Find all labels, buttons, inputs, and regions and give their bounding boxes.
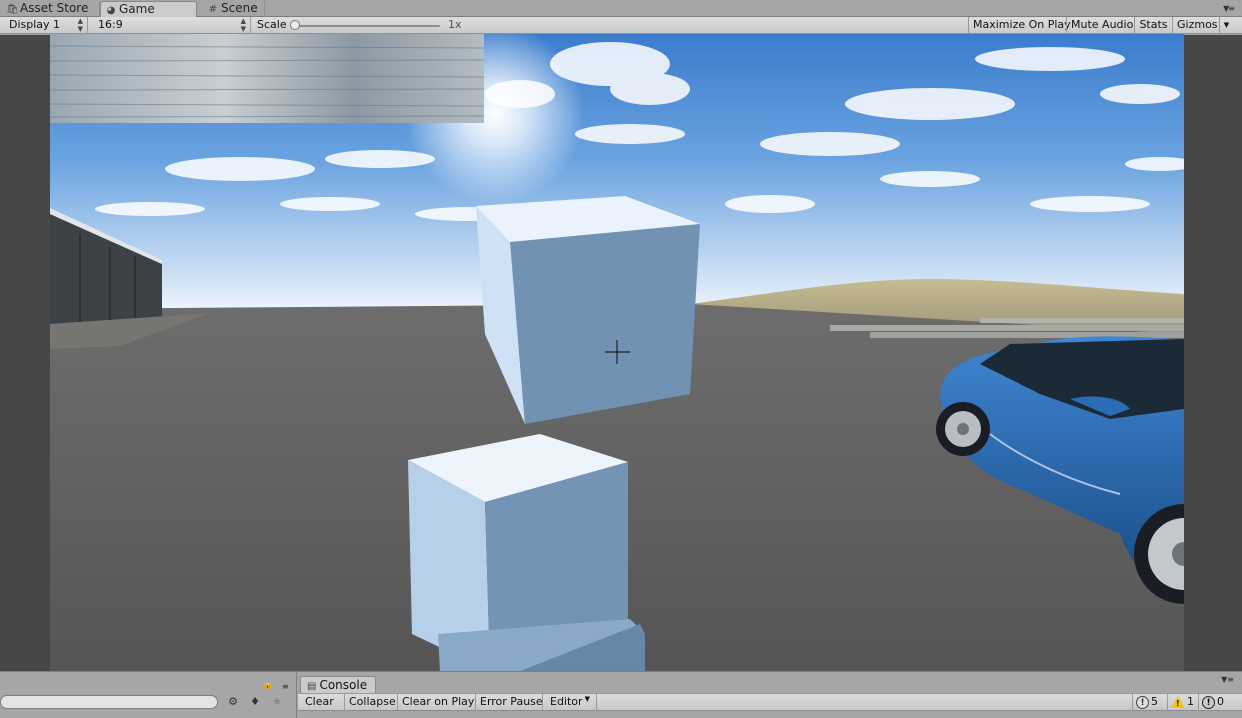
error-icon: ! xyxy=(1202,695,1215,709)
scale-slider-thumb[interactable] xyxy=(290,20,300,30)
scale-slider-track[interactable] xyxy=(292,25,440,27)
tab-scene[interactable]: # Scene xyxy=(203,1,265,17)
dropdown-arrows-icon: ▲ ▼ xyxy=(240,17,246,33)
aspect-dropdown[interactable]: 16:9 ▲ ▼ xyxy=(89,17,251,34)
tab-scene-label: Scene xyxy=(221,1,258,15)
panel-menu-icon[interactable]: ≡ xyxy=(282,682,289,691)
filter-by-label-icon[interactable]: ♦ xyxy=(245,694,265,710)
error-count-toggle[interactable]: ! 0 xyxy=(1198,694,1232,711)
error-pause-button[interactable]: Error Pause xyxy=(477,694,543,711)
project-panel-toolbar: 🔒 ≡ ⚙ ♦ ★ xyxy=(0,672,297,718)
cube-lower xyxy=(408,434,645,671)
tab-console[interactable]: ▤ Console xyxy=(300,676,377,693)
lock-icon[interactable]: 🔒 xyxy=(262,680,273,690)
window-tab-bar: 🛍Asset Store ◕ Game # Scene ▼≡ xyxy=(0,0,1242,17)
collapse-button[interactable]: Collapse xyxy=(346,694,398,711)
tab-console-label: Console xyxy=(319,678,368,692)
editor-dropdown-label: Editor xyxy=(550,695,583,708)
maximize-on-play-button[interactable]: Maximize On Play xyxy=(968,17,1071,34)
gizmos-dropdown-arrow-icon[interactable]: ▼ xyxy=(1219,17,1233,34)
clear-on-play-button[interactable]: Clear on Play xyxy=(399,694,476,711)
stats-button[interactable]: Stats xyxy=(1134,17,1172,34)
tab-game[interactable]: ◕ Game xyxy=(100,1,197,17)
display-dropdown-value: Display 1 xyxy=(9,18,61,31)
filter-by-type-icon[interactable]: ⚙ xyxy=(223,694,243,710)
info-count-toggle[interactable]: ! 5 xyxy=(1132,694,1166,711)
shopping-bag-icon: 🛍 xyxy=(6,4,19,15)
scale-label: Scale xyxy=(257,18,287,31)
grid-icon: # xyxy=(208,4,218,15)
gizmos-label: Gizmos xyxy=(1177,18,1218,31)
tab-game-label: Game xyxy=(119,2,155,16)
game-view[interactable] xyxy=(50,34,1184,671)
chevron-down-icon: ▼ xyxy=(584,695,590,703)
panel-menu-icon[interactable]: ▼≡ xyxy=(1223,4,1235,13)
info-icon: ! xyxy=(1136,695,1149,709)
scale-value: 1x xyxy=(448,18,462,31)
mute-audio-button[interactable]: Mute Audio xyxy=(1066,17,1134,34)
dropdown-arrows-icon: ▲ ▼ xyxy=(77,17,83,33)
game-scene xyxy=(50,34,1184,671)
warning-count-toggle[interactable]: ! 1 xyxy=(1167,694,1201,711)
console-toolbar: Clear Collapse Clear on Play Error Pause… xyxy=(298,693,1242,711)
tab-asset-store[interactable]: 🛍Asset Store xyxy=(2,1,100,17)
info-count-value: 5 xyxy=(1151,695,1158,708)
editor-dropdown[interactable]: Editor ▼ xyxy=(547,694,597,711)
game-toolbar: Display 1 ▲ ▼ 16:9 ▲ ▼ Scale 1x Maximize O… xyxy=(0,17,1242,34)
console-area: 🔒 ≡ ⚙ ♦ ★ ▤ Console ▼≡ Clear Collapse Cle… xyxy=(0,671,1242,718)
tab-asset-store-label: Asset Store xyxy=(20,1,89,15)
wood-texture-overlay xyxy=(50,34,485,123)
aspect-dropdown-value: 16:9 xyxy=(98,18,123,31)
display-dropdown[interactable]: Display 1 ▲ ▼ xyxy=(0,17,88,34)
warning-count-value: 1 xyxy=(1187,695,1194,708)
clear-button[interactable]: Clear xyxy=(302,694,345,711)
project-search-input[interactable] xyxy=(0,695,218,709)
favorites-star-icon[interactable]: ★ xyxy=(267,694,287,710)
panel-menu-icon[interactable]: ▼≡ xyxy=(1221,675,1234,684)
warning-icon: ! xyxy=(1171,696,1185,708)
pacman-icon: ◕ xyxy=(106,5,116,16)
error-count-value: 0 xyxy=(1217,695,1224,708)
